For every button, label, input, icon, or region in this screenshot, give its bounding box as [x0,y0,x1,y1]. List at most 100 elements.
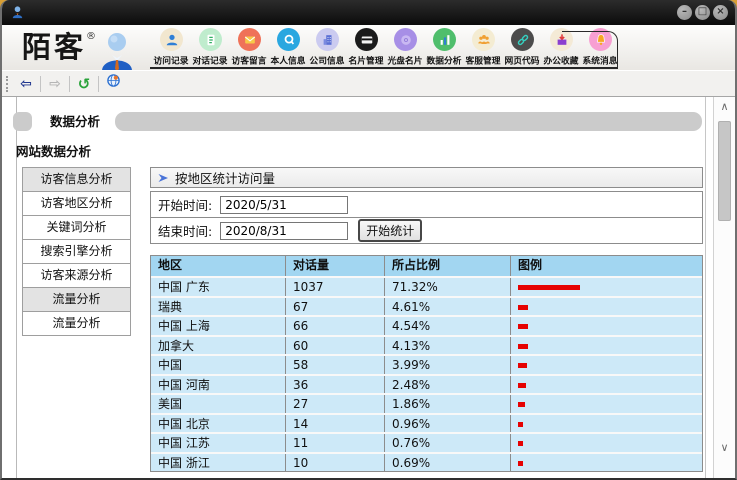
title-bar[interactable]: – □ × [2,0,735,25]
disc-icon [394,28,417,51]
cell-percent: 0.69% [384,454,510,472]
globe-icon [106,73,121,88]
brand-avatar-icon [100,31,134,71]
end-time-label: 结束时间: [158,221,212,240]
back-button[interactable]: ⇦ [16,74,36,94]
app-person-icon [10,5,25,20]
cell-legend [510,317,702,335]
toolbar-underline [150,67,618,69]
panel-header: 按地区统计访问量 [150,167,703,188]
scroll-up-icon[interactable]: ∧ [714,99,735,115]
toolbar-item-service-management[interactable]: 客服管理 [464,28,503,67]
sidebar-item-traffic-analysis[interactable]: 流量分析 [22,311,131,336]
sidebar-item-visitor-source-analysis[interactable]: 访客来源分析 [22,263,131,288]
table-row: 中国 广东 1037 71.32% [151,276,702,296]
toolbar-label: 名片管理 [349,54,384,67]
toolbar-item-card-management[interactable]: 名片管理 [347,28,386,67]
legend-bar [518,285,580,290]
table-row: 美国 27 1.86% [151,393,702,413]
cell-region: 加拿大 [151,337,285,355]
tab-strip-filler [115,112,702,131]
main-panel: 按地区统计访问量 开始时间: 结束时间: 开始统计 地区 对话量 所占比例 图例 [150,167,703,472]
cell-count: 60 [285,337,384,355]
cell-percent: 2.48% [384,376,510,394]
cell-percent: 3.99% [384,356,510,374]
app-window: – □ × 陌客 ® 访问记录 [0,0,737,480]
column-header-legend: 图例 [510,256,702,276]
refresh-button[interactable]: ↺ [74,74,94,94]
table-header-row: 地区 对话量 所占比例 图例 [151,256,702,276]
company-building-icon [316,28,339,51]
blue-arrow-icon [157,172,169,184]
content-area: 数据分析 网站数据分析 访客信息分析 访客地区分析 关键词分析 搜索引擎分析 访… [2,97,735,478]
toolbar-item-company-info[interactable]: 公司信息 [308,28,347,67]
cell-region: 中国 [151,356,285,374]
toolbar-grip-handle[interactable] [6,76,10,92]
minimize-button[interactable]: – [677,5,692,20]
separator [40,76,41,92]
cell-count: 66 [285,317,384,335]
legend-bar [518,363,527,368]
end-time-input[interactable] [220,222,348,240]
table-row: 中国 江苏 11 0.76% [151,432,702,452]
cell-legend [510,298,702,316]
cell-percent: 4.54% [384,317,510,335]
brand-logo: 陌客 ® [22,27,134,71]
sidebar-item-visitor-info-analysis[interactable]: 访客信息分析 [22,167,131,192]
registered-mark: ® [86,31,96,42]
business-card-icon [355,28,378,51]
toolbar-item-visitor-messages[interactable]: 访客留言 [230,28,269,67]
home-globe-button[interactable] [103,73,123,94]
cell-region: 美国 [151,395,285,413]
start-time-row: 开始时间: [150,191,703,218]
cell-region: 中国 江苏 [151,434,285,452]
sidebar-item-traffic-analysis-group[interactable]: 流量分析 [22,287,131,312]
scroll-down-icon[interactable]: ∨ [714,440,735,456]
column-header-percentage: 所占比例 [384,256,510,276]
table-row: 中国 河南 36 2.48% [151,374,702,394]
toolbar-item-disc-card[interactable]: 光盘名片 [386,28,425,67]
start-statistics-button[interactable]: 开始统计 [358,219,422,242]
cell-count: 67 [285,298,384,316]
legend-bar [518,305,528,310]
toolbar-item-visit-records[interactable]: 访问记录 [152,28,191,67]
cell-region: 中国 上海 [151,317,285,335]
table-row: 中国 浙江 10 0.69% [151,452,702,472]
link-icon [511,28,534,51]
legend-bar [518,402,525,407]
chat-log-icon [199,28,222,51]
column-header-dialog-count: 对话量 [285,256,384,276]
nav-toolbar: ⇦ ⇨ ↺ [2,70,735,97]
scrollbar-thumb[interactable] [718,121,731,221]
maximize-button[interactable]: □ [695,5,710,20]
people-group-icon [472,28,495,51]
close-button[interactable]: × [713,5,728,20]
toolbar-item-data-analysis[interactable]: 数据分析 [425,28,464,67]
column-header-region: 地区 [151,256,285,276]
toolbar-item-web-code[interactable]: 网页代码 [503,28,542,67]
sidebar-item-keyword-analysis[interactable]: 关键词分析 [22,215,131,240]
toolbar-item-my-info[interactable]: 本人信息 [269,28,308,67]
table-row: 中国 北京 14 0.96% [151,413,702,433]
legend-bar [518,324,528,329]
legend-bar [518,461,523,466]
start-time-input[interactable] [220,196,348,214]
tab-data-analysis[interactable]: 数据分析 [36,112,114,131]
cell-legend [510,454,702,472]
cell-count: 27 [285,395,384,413]
cell-count: 14 [285,415,384,433]
cell-count: 11 [285,434,384,452]
sidebar-item-search-engine-analysis[interactable]: 搜索引擎分析 [22,239,131,264]
sidebar-item-visitor-region-analysis[interactable]: 访客地区分析 [22,191,131,216]
cell-count: 36 [285,376,384,394]
toolbar-label: 本人信息 [271,54,306,67]
content-right-border [705,97,706,478]
toolbar-item-chat-records[interactable]: 对话记录 [191,28,230,67]
toolbar-border-corner [562,31,618,67]
toolbar-label: 对话记录 [193,54,228,67]
forward-button[interactable]: ⇨ [45,74,65,94]
vertical-scrollbar[interactable]: ∧ ∨ [713,97,735,478]
analysis-sidebar: 访客信息分析 访客地区分析 关键词分析 搜索引擎分析 访客来源分析 流量分析 流… [22,167,131,336]
cell-count: 1037 [285,278,384,296]
cell-legend [510,337,702,355]
